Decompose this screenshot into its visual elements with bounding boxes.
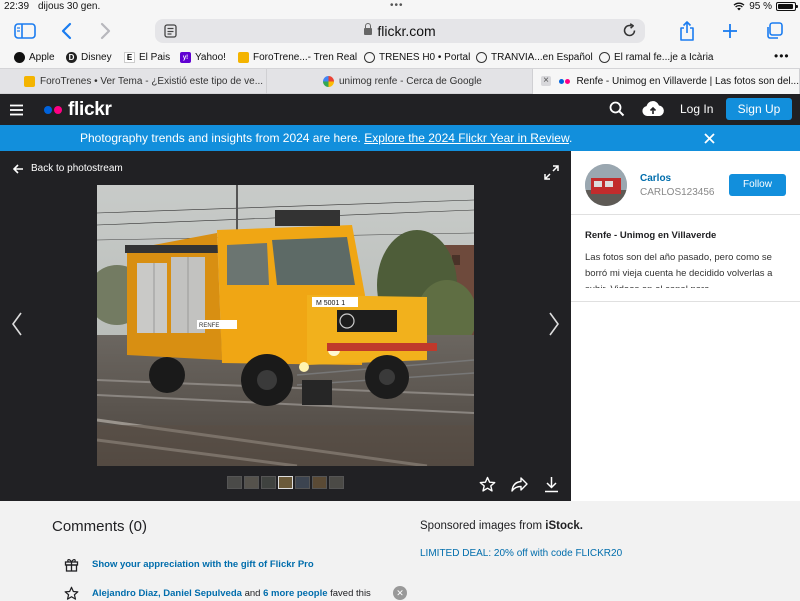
bookmarks-bar: Apple D Disney E El Pais y! Yahoo! ForoTren… xyxy=(0,48,800,68)
previous-photo-icon[interactable] xyxy=(11,311,23,344)
photo-title: Renfe - Unimog en Villaverde xyxy=(585,230,717,241)
globe-icon xyxy=(476,52,487,63)
browser-toolbar: flickr.com xyxy=(0,14,800,48)
battery-percent: 95 % xyxy=(749,1,772,12)
sidebar-toggle-icon[interactable] xyxy=(14,20,36,42)
login-link[interactable]: Log In xyxy=(680,102,713,116)
search-icon[interactable] xyxy=(609,101,625,122)
owner-username: CARLOS123456 xyxy=(640,187,715,198)
thumbnail[interactable] xyxy=(244,476,259,489)
follow-button[interactable]: Follow xyxy=(729,174,786,196)
status-time: 22:39 xyxy=(4,1,30,12)
istock-logo[interactable]: iStock. xyxy=(545,520,583,532)
thumbnail[interactable] xyxy=(278,476,293,489)
forward-icon[interactable] xyxy=(100,20,112,42)
istock-deal-link[interactable]: LIMITED DEAL: 20% off with code FLICKR20 xyxy=(420,548,622,559)
svg-text:RENFE: RENFE xyxy=(199,323,219,329)
status-date: dijous 30 gen. xyxy=(38,1,101,12)
multitasking-dots[interactable]: ••• xyxy=(390,0,404,11)
comments-section: Comments (0) Show your appreciation with… xyxy=(0,501,800,600)
owner-name[interactable]: Carlos xyxy=(640,173,671,184)
close-banner-icon[interactable] xyxy=(704,128,715,149)
forotrenes-icon xyxy=(24,76,35,87)
more-bookmarks-icon[interactable]: ••• xyxy=(774,49,790,63)
flickr-icon xyxy=(559,76,571,87)
disney-icon: D xyxy=(66,52,77,63)
unimog-photo: M 5001 1 RENFE xyxy=(97,185,474,466)
main-photo[interactable]: M 5001 1 RENFE xyxy=(97,185,474,466)
menu-icon[interactable] xyxy=(10,103,23,121)
more-faves-link[interactable]: 6 more people xyxy=(263,588,327,599)
upload-cloud-icon[interactable] xyxy=(641,100,665,123)
tab-bar: ForoTrenes • Ver Tema - ¿Existió este ti… xyxy=(0,68,800,94)
globe-icon xyxy=(364,52,375,63)
lock-icon xyxy=(364,23,373,35)
comments-heading: Comments (0) xyxy=(52,518,148,535)
year-in-review-banner: Photography trends and insights from 202… xyxy=(0,125,800,151)
address-bar[interactable]: flickr.com xyxy=(155,19,645,43)
flickr-logo[interactable]: flickr xyxy=(44,99,112,121)
back-icon[interactable] xyxy=(60,20,72,42)
bookmark-forotrenes[interactable]: ForoTrene...- Tren Real xyxy=(238,52,357,63)
status-bar: 22:39 dijous 30 gen. ••• 95 % xyxy=(0,0,800,14)
yahoo-icon: y! xyxy=(180,52,191,63)
pro-gift-link[interactable]: Show your appreciation with the gift of … xyxy=(92,559,314,570)
globe-icon xyxy=(599,52,610,63)
banner-link[interactable]: Explore the 2024 Flickr Year in Review xyxy=(364,131,569,145)
expand-icon[interactable] xyxy=(544,165,559,185)
new-tab-icon[interactable] xyxy=(722,20,738,42)
sponsored-heading: Sponsored images from iStock. xyxy=(420,520,584,532)
tab-flickr-active[interactable]: × Renfe - Unimog en Villaverde | Las foto… xyxy=(533,69,800,94)
forotrenes-icon xyxy=(238,52,249,63)
thumbnail[interactable] xyxy=(261,476,276,489)
favorite-star-icon[interactable] xyxy=(479,476,496,498)
thumbnail[interactable] xyxy=(329,476,344,489)
divider xyxy=(571,214,800,215)
share-icon[interactable] xyxy=(679,20,695,42)
url-text: flickr.com xyxy=(377,23,436,39)
bookmark-disney[interactable]: D Disney xyxy=(66,52,112,63)
divider xyxy=(571,301,800,302)
battery-icon xyxy=(776,2,798,11)
bookmark-elpais[interactable]: E El Pais xyxy=(124,52,170,63)
bookmark-apple[interactable]: Apple xyxy=(14,52,55,63)
wifi-icon xyxy=(733,2,745,11)
bookmark-yahoo[interactable]: y! Yahoo! xyxy=(180,52,226,63)
bookmark-tranvia[interactable]: TRANVIA...en Español xyxy=(476,52,593,63)
photo-description: Las fotos son del año pasado, pero como … xyxy=(585,252,773,288)
bookmark-el-ramal[interactable]: El ramal fe...je a Icària xyxy=(599,52,713,63)
elpais-icon: E xyxy=(124,52,135,63)
reload-icon[interactable] xyxy=(622,23,637,43)
next-photo-icon[interactable] xyxy=(548,311,560,344)
faves-row: Alejandro Diaz, Daniel Sepulveda and 6 m… xyxy=(64,586,371,601)
tab-forotrenes[interactable]: ForoTrenes • Ver Tema - ¿Existió este ti… xyxy=(0,69,267,94)
star-icon xyxy=(64,586,79,600)
thumbnail[interactable] xyxy=(312,476,327,489)
tab-google[interactable]: unimog renfe - Cerca de Google xyxy=(267,69,533,94)
close-circle-icon[interactable]: ✕ xyxy=(393,586,407,600)
thumbnail[interactable] xyxy=(227,476,242,489)
close-tab-icon[interactable]: × xyxy=(541,76,551,86)
bookmark-trenes-h0[interactable]: TRENES H0 • Portal xyxy=(364,52,470,63)
gift-icon xyxy=(64,559,79,572)
signup-button[interactable]: Sign Up xyxy=(726,98,792,120)
google-icon xyxy=(323,76,334,87)
pro-gift-row[interactable]: Show your appreciation with the gift of … xyxy=(64,557,314,572)
back-to-photostream[interactable]: Back to photostream xyxy=(13,163,123,174)
photostream-thumbnails xyxy=(227,476,344,489)
tabs-overview-icon[interactable] xyxy=(765,20,783,42)
avatar[interactable] xyxy=(585,164,627,206)
flickr-header: flickr Log In Sign Up xyxy=(0,94,800,125)
thumbnail[interactable] xyxy=(295,476,310,489)
photo-sidebar: Carlos CARLOS123456 Follow Renfe - Unimo… xyxy=(571,151,800,501)
arrow-left-icon xyxy=(13,163,23,174)
fave-names[interactable]: Alejandro Diaz, Daniel Sepulveda xyxy=(92,588,242,599)
svg-text:M 5001 1: M 5001 1 xyxy=(316,300,345,307)
apple-icon xyxy=(14,52,25,63)
share-arrow-icon[interactable] xyxy=(511,477,528,497)
photo-viewer: Back to photostream M 5001 1 RENFE xyxy=(0,151,571,501)
banner-suffix: . xyxy=(568,131,573,145)
banner-text: Photography trends and insights from 202… xyxy=(80,131,365,145)
download-icon[interactable] xyxy=(544,476,559,498)
